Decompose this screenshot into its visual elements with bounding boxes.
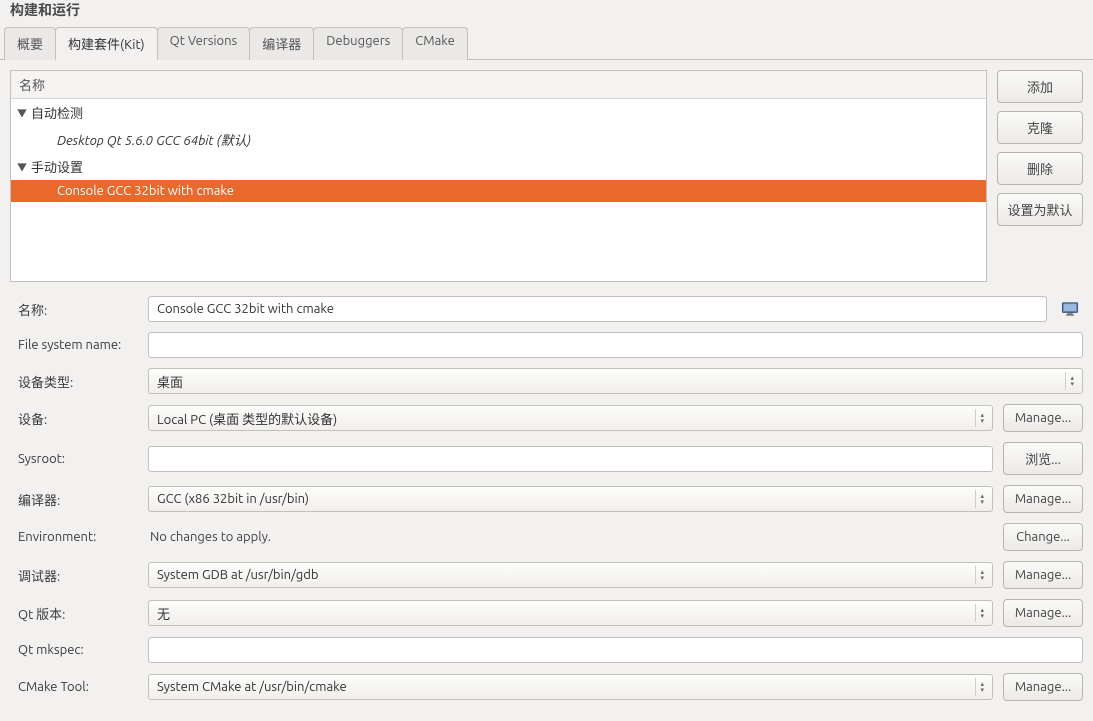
cmake-manage-button[interactable]: Manage... [1003,673,1083,701]
env-value: No changes to apply. [148,530,993,544]
monitor-icon [1061,302,1079,316]
devtype-value: 桌面 [157,372,183,391]
set-default-button[interactable]: 设置为默认 [997,193,1083,226]
device-value: Local PC (桌面 类型的默认设备) [157,409,337,428]
add-button[interactable]: 添加 [997,70,1083,103]
delete-button[interactable]: 删除 [997,152,1083,185]
debugger-manage-button[interactable]: Manage... [1003,561,1083,589]
disclosure-triangle-icon: ▼ [17,159,27,174]
tab-cmake[interactable]: CMake [402,27,467,60]
tree-item-manual-kit[interactable]: Console GCC 32bit with cmake [11,180,986,202]
window-title: 构建和运行 [0,0,1093,26]
tree-group-auto[interactable]: ▼ 自动检测 [11,99,986,126]
cmake-label: CMake Tool: [18,680,138,694]
disclosure-triangle-icon: ▼ [17,105,27,120]
tree-group-label: 手动设置 [31,157,83,176]
tree-header-name[interactable]: 名称 [11,71,986,99]
qtver-value: 无 [157,604,170,623]
env-change-button[interactable]: Change... [1003,523,1083,551]
device-manage-button[interactable]: Manage... [1003,404,1083,432]
compiler-manage-button[interactable]: Manage... [1003,485,1083,513]
cmake-select[interactable]: System CMake at /usr/bin/cmake ▴▾ [148,674,993,700]
kit-actions: 添加 克隆 删除 设置为默认 [997,70,1083,282]
device-icon-button[interactable] [1057,296,1083,322]
name-label: 名称: [18,300,138,319]
kits-tree[interactable]: 名称 ▼ 自动检测 Desktop Qt 5.6.0 GCC 64bit (默认… [10,70,987,282]
compiler-select[interactable]: GCC (x86 32bit in /usr/bin) ▴▾ [148,486,993,512]
tab-compilers[interactable]: 编译器 [249,27,314,60]
qtver-label: Qt 版本: [18,604,138,623]
tab-kits[interactable]: 构建套件(Kit) [55,27,158,60]
qtver-select[interactable]: 无 ▴▾ [148,600,993,626]
env-label: Environment: [18,530,138,544]
debugger-value: System GDB at /usr/bin/gdb [157,568,318,582]
tree-item-auto-kit[interactable]: Desktop Qt 5.6.0 GCC 64bit (默认) [11,126,986,153]
debugger-label: 调试器: [18,566,138,585]
chevron-updown-icon: ▴▾ [975,566,988,584]
tab-overview[interactable]: 概要 [4,27,56,60]
devtype-select[interactable]: 桌面 ▴▾ [148,368,1083,394]
device-select[interactable]: Local PC (桌面 类型的默认设备) ▴▾ [148,405,993,431]
cmake-value: System CMake at /usr/bin/cmake [157,680,347,694]
chevron-updown-icon: ▴▾ [975,409,988,427]
qtver-manage-button[interactable]: Manage... [1003,599,1083,627]
fsname-label: File system name: [18,338,138,352]
debugger-select[interactable]: System GDB at /usr/bin/gdb ▴▾ [148,562,993,588]
device-label: 设备: [18,409,138,428]
tab-bar: 概要 构建套件(Kit) Qt Versions 编译器 Debuggers C… [0,26,1093,60]
sysroot-browse-button[interactable]: 浏览... [1003,442,1083,475]
mkspec-label: Qt mkspec: [18,643,138,657]
kit-form: 名称: File system name: 设备类型: 桌面 ▴▾ 设备: Lo… [0,292,1093,721]
fsname-input[interactable] [148,332,1083,358]
tree-group-label: 自动检测 [31,103,83,122]
devtype-label: 设备类型: [18,372,138,391]
sysroot-label: Sysroot: [18,452,138,466]
compiler-value: GCC (x86 32bit in /usr/bin) [157,492,309,506]
chevron-updown-icon: ▴▾ [975,604,988,622]
sysroot-input[interactable] [148,446,993,472]
tree-group-manual[interactable]: ▼ 手动设置 [11,153,986,180]
chevron-updown-icon: ▴▾ [975,490,988,508]
mkspec-input[interactable] [148,637,1083,663]
chevron-updown-icon: ▴▾ [1065,372,1078,390]
clone-button[interactable]: 克隆 [997,111,1083,144]
tab-qt-versions[interactable]: Qt Versions [157,27,251,60]
tab-debuggers[interactable]: Debuggers [313,27,403,60]
compiler-label: 编译器: [18,490,138,509]
name-input[interactable] [148,296,1047,322]
